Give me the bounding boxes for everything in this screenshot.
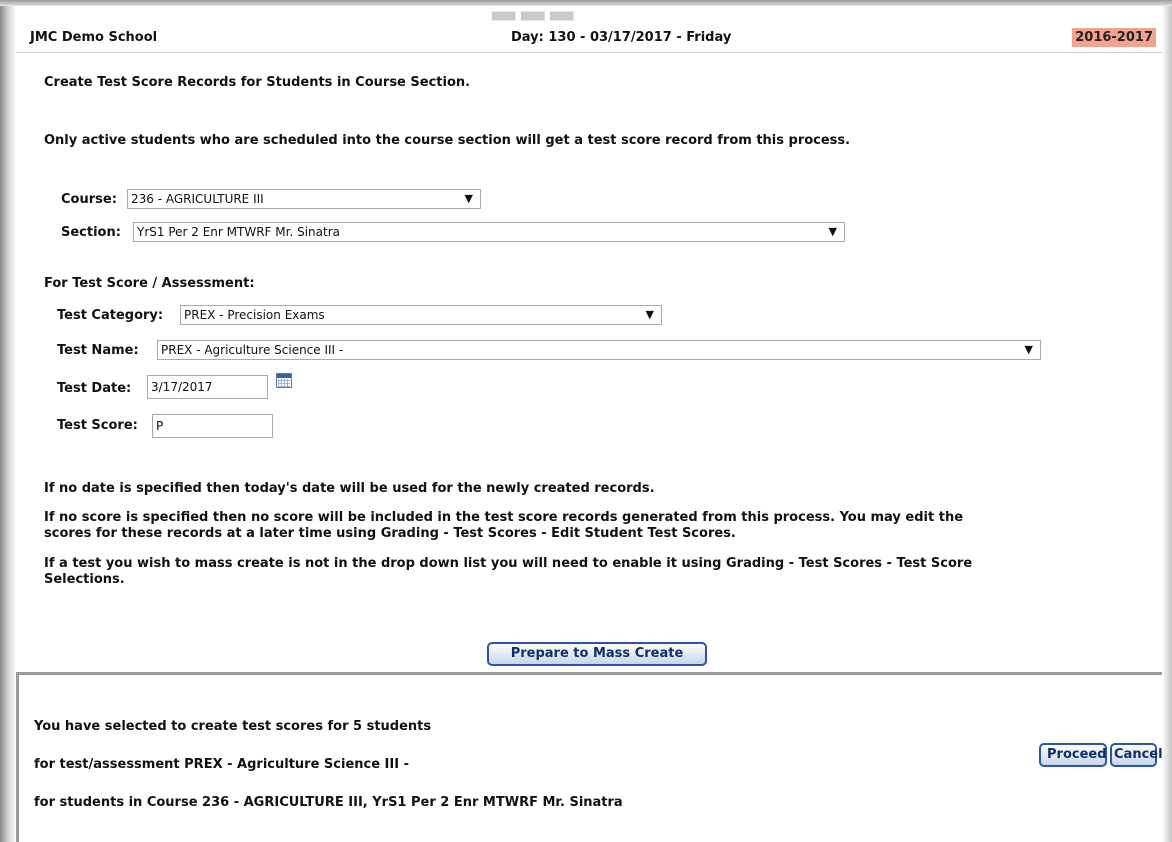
chevron-down-icon: ▼: [1024, 343, 1033, 356]
page-title: Create Test Score Records for Students i…: [44, 75, 471, 90]
test-category-select-value: PREX - Precision Exams: [184, 308, 325, 322]
test-score-label: Test Score:: [57, 418, 138, 433]
header-bar: JMC Demo School Day: 130 - 03/17/2017 - …: [16, 24, 1162, 53]
chevron-down-icon: ▼: [828, 225, 837, 238]
test-help-note-line1: If a test you wish to mass create is not…: [44, 556, 973, 571]
prepare-mass-create-button[interactable]: Prepare to Mass Create: [487, 642, 707, 666]
test-date-input[interactable]: 3/17/2017: [147, 375, 268, 399]
calendar-icon[interactable]: [276, 373, 292, 388]
score-help-note-line2: scores for these records at a later time…: [44, 526, 736, 541]
confirm-line-test: for test/assessment PREX - Agriculture S…: [34, 757, 409, 772]
page-note: Only active students who are scheduled i…: [44, 133, 851, 148]
cancel-button[interactable]: Cancel: [1110, 743, 1163, 767]
logo-fragment: ▂▂▂: [492, 0, 580, 21]
window-left-border: [0, 6, 16, 842]
test-help-note-line2: Selections.: [44, 572, 125, 587]
school-year-badge: 2016-2017: [1072, 28, 1156, 47]
day-info: Day: 130 - 03/17/2017 - Friday: [511, 30, 732, 45]
course-select[interactable]: 236 - AGRICULTURE III ▼: [127, 189, 481, 209]
confirm-line-students: You have selected to create test scores …: [34, 719, 432, 734]
section-select-value: YrS1 Per 2 Enr MTWRF Mr. Sinatra: [137, 225, 340, 239]
chevron-down-icon: ▼: [645, 308, 654, 321]
test-name-label: Test Name:: [57, 343, 139, 358]
test-name-select-value: PREX - Agriculture Science III -: [161, 343, 344, 357]
school-name: JMC Demo School: [30, 30, 158, 45]
section-select[interactable]: YrS1 Per 2 Enr MTWRF Mr. Sinatra ▼: [133, 222, 845, 242]
section-label: Section:: [61, 225, 121, 240]
course-select-value: 236 - AGRICULTURE III: [131, 192, 264, 206]
chevron-down-icon: ▼: [464, 192, 473, 205]
window-top-shadow: [0, 0, 1172, 6]
test-date-label: Test Date:: [57, 381, 132, 396]
confirm-line-course: for students in Course 236 - AGRICULTURE…: [34, 795, 623, 810]
course-label: Course:: [61, 192, 117, 207]
score-help-note-line1: If no score is specified then no score w…: [44, 510, 964, 525]
test-name-select[interactable]: PREX - Agriculture Science III - ▼: [157, 340, 1041, 360]
test-category-label: Test Category:: [57, 308, 164, 323]
date-help-note: If no date is specified then today's dat…: [44, 481, 655, 496]
window-right-border: [1162, 6, 1172, 842]
assessment-heading: For Test Score / Assessment:: [44, 276, 255, 291]
proceed-button[interactable]: Proceed: [1039, 743, 1107, 767]
test-category-select[interactable]: PREX - Precision Exams ▼: [180, 305, 662, 325]
test-score-input[interactable]: P: [152, 414, 273, 438]
